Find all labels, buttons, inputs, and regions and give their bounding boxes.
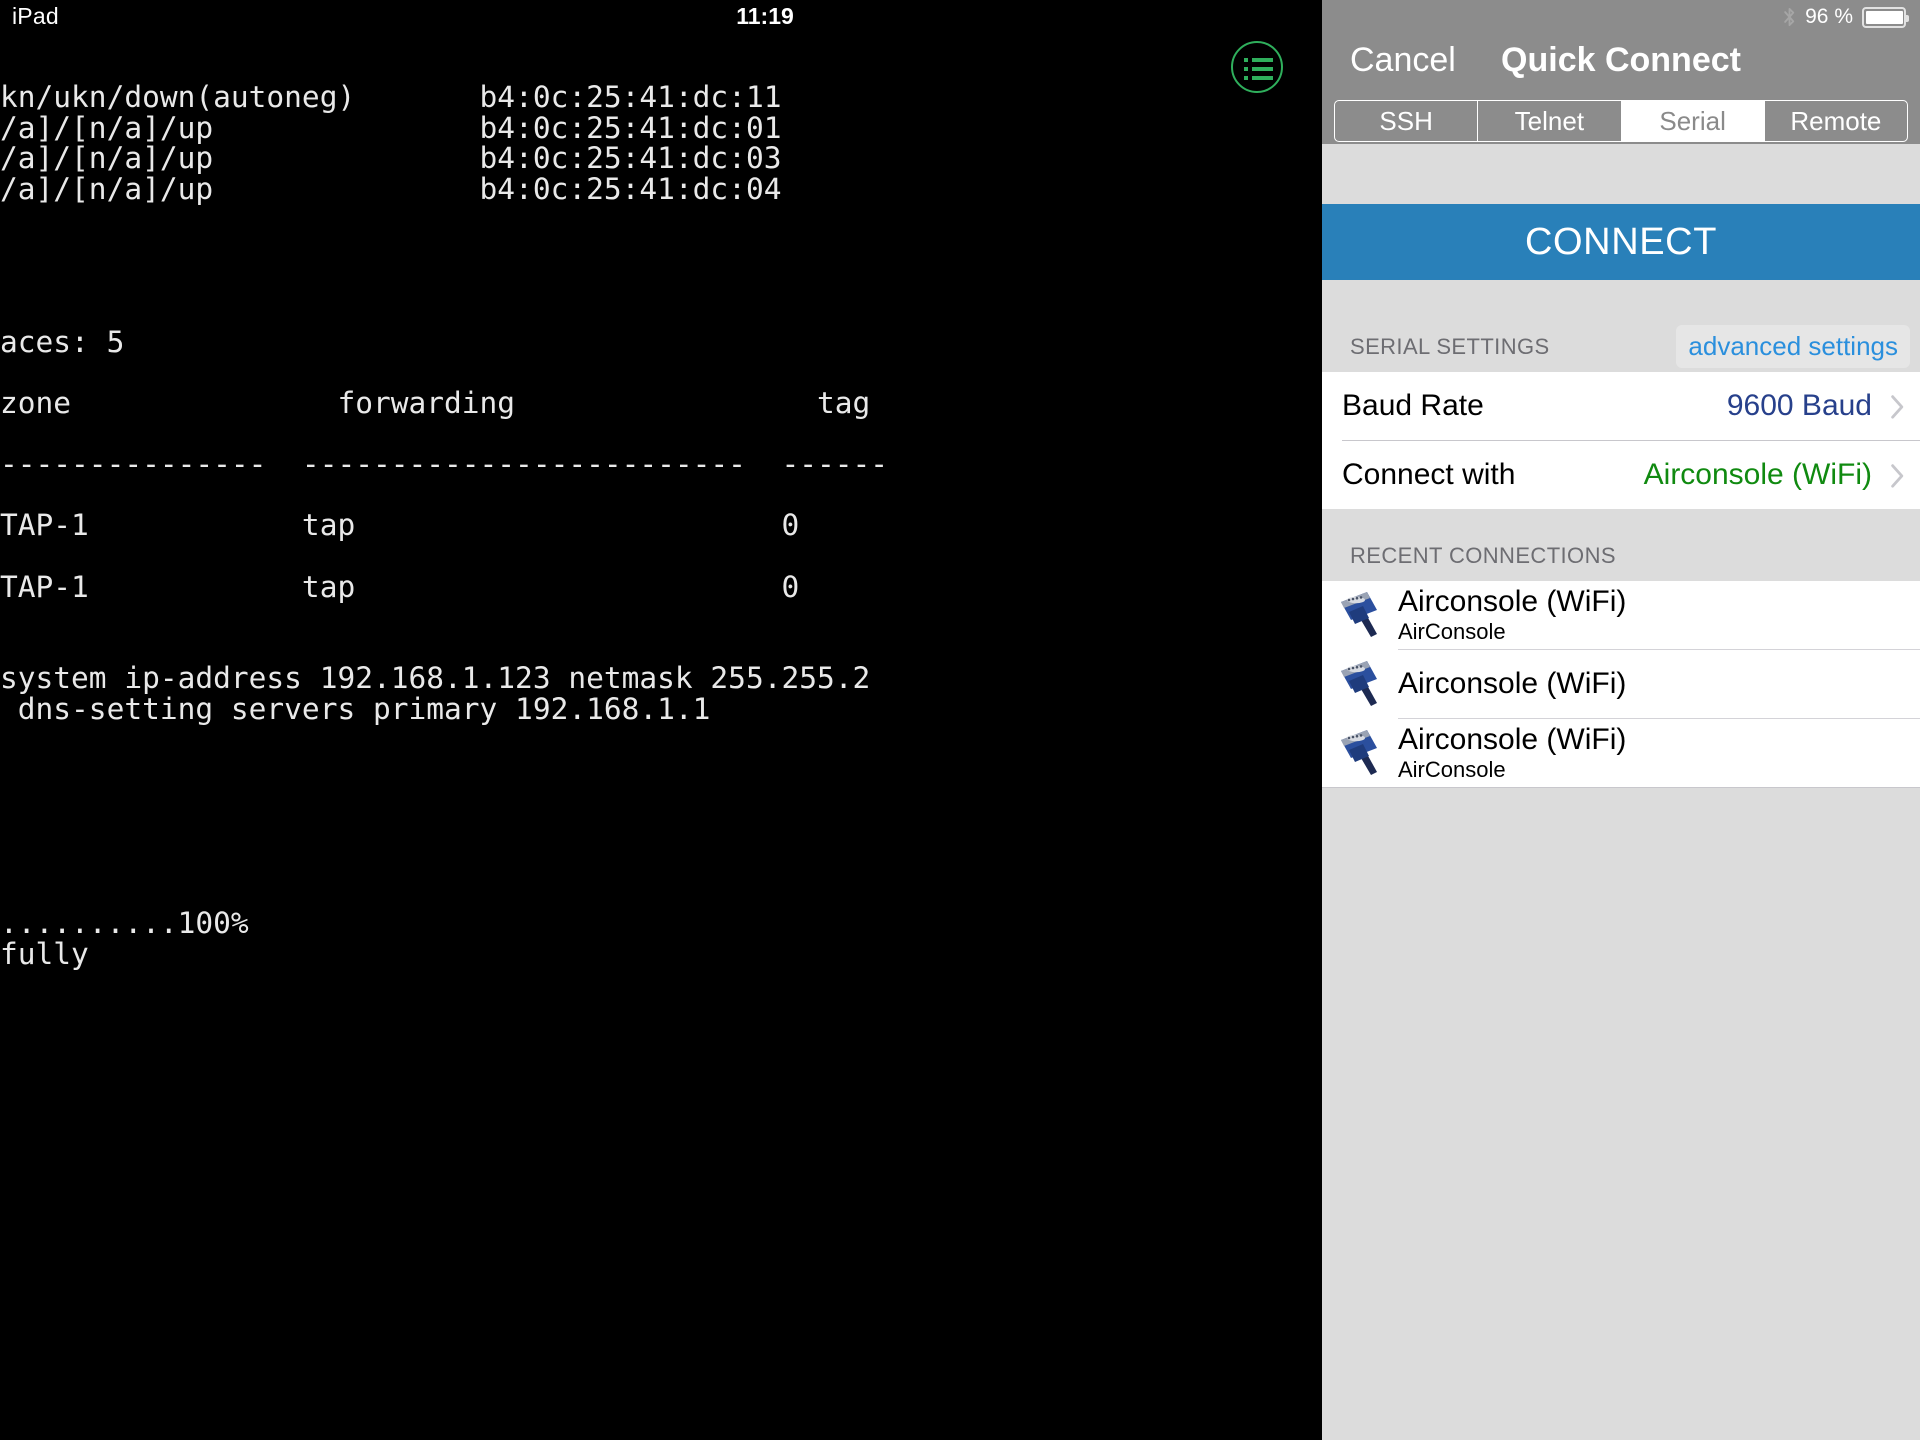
ipad-screen: iPad 11:19 kn/ukn/down(autoneg) b4:0c:25… [0,0,1920,1440]
navigation-bar: Cancel Quick Connect SSH Telnet Serial R… [1322,34,1920,144]
segment-ssh[interactable]: SSH [1335,101,1479,141]
ios-status-bar-right: 96 % [1322,0,1920,34]
page-title: Quick Connect [1501,41,1741,79]
connect-with-row[interactable]: Connect with Airconsole (WiFi) [1322,441,1920,509]
spacer-above-connect [1322,144,1920,204]
list-item-subtitle: AirConsole [1398,757,1506,782]
baud-rate-value: 9600 Baud [1726,389,1872,422]
quick-connect-panel: 96 % Cancel Quick Connect SSH Telnet Ser… [1322,0,1920,1440]
spacer-below-connect [1322,280,1920,304]
list-item-title: Airconsole (WiFi) [1398,723,1627,756]
recent-connections-section-header: RECENT CONNECTIONS [1322,509,1920,581]
panel-empty-area [1322,788,1920,1364]
battery-icon [1862,6,1909,28]
chevron-right-icon [1891,464,1904,488]
connect-with-value: Airconsole (WiFi) [1643,458,1872,491]
recent-connections-label: RECENT CONNECTIONS [1350,543,1616,568]
list-item-subtitle: AirConsole [1398,619,1506,644]
baud-rate-row[interactable]: Baud Rate 9600 Baud [1322,372,1920,440]
bluetooth-icon [1783,6,1796,28]
list-item-title: Airconsole (WiFi) [1398,585,1627,618]
segment-telnet[interactable]: Telnet [1478,101,1622,141]
connect-button[interactable]: CONNECT [1322,204,1920,280]
battery-percent-label: 96 % [1805,5,1853,28]
baud-rate-label: Baud Rate [1342,389,1484,422]
list-item[interactable]: Airconsole (WiFi) AirConsole [1322,719,1920,787]
serial-settings-table: Baud Rate 9600 Baud Connect with Aircons… [1322,372,1920,509]
recent-connections-table: Airconsole (WiFi) AirConsole Airconsole … [1322,581,1920,788]
terminal-pane[interactable]: iPad 11:19 kn/ukn/down(autoneg) b4:0c:25… [0,0,1322,1440]
device-name-label: iPad [12,3,59,29]
serial-settings-label: SERIAL SETTINGS [1350,334,1550,359]
connection-type-segmented-control[interactable]: SSH Telnet Serial Remote [1334,100,1908,142]
connect-with-label: Connect with [1342,458,1516,491]
serial-settings-section-header: SERIAL SETTINGS advanced settings [1322,304,1920,372]
ios-status-bar-left: iPad 11:19 [0,0,1322,34]
status-bar-clock: 11:19 [736,3,794,29]
serial-connector-icon [1322,657,1398,711]
terminal-output: kn/ukn/down(autoneg) b4:0c:25:41:dc:11 /… [0,80,889,971]
list-item-title: Airconsole (WiFi) [1398,667,1627,700]
segment-remote[interactable]: Remote [1765,101,1907,141]
serial-connector-icon [1322,726,1398,780]
advanced-settings-button[interactable]: advanced settings [1676,325,1910,368]
list-item[interactable]: Airconsole (WiFi) [1322,650,1920,718]
list-menu-icon[interactable] [1231,41,1283,93]
list-item[interactable]: Airconsole (WiFi) AirConsole [1322,581,1920,649]
serial-connector-icon [1322,588,1398,642]
segment-serial[interactable]: Serial [1621,101,1765,141]
menu-bars-glyph [1244,58,1274,80]
chevron-right-icon [1891,395,1904,419]
